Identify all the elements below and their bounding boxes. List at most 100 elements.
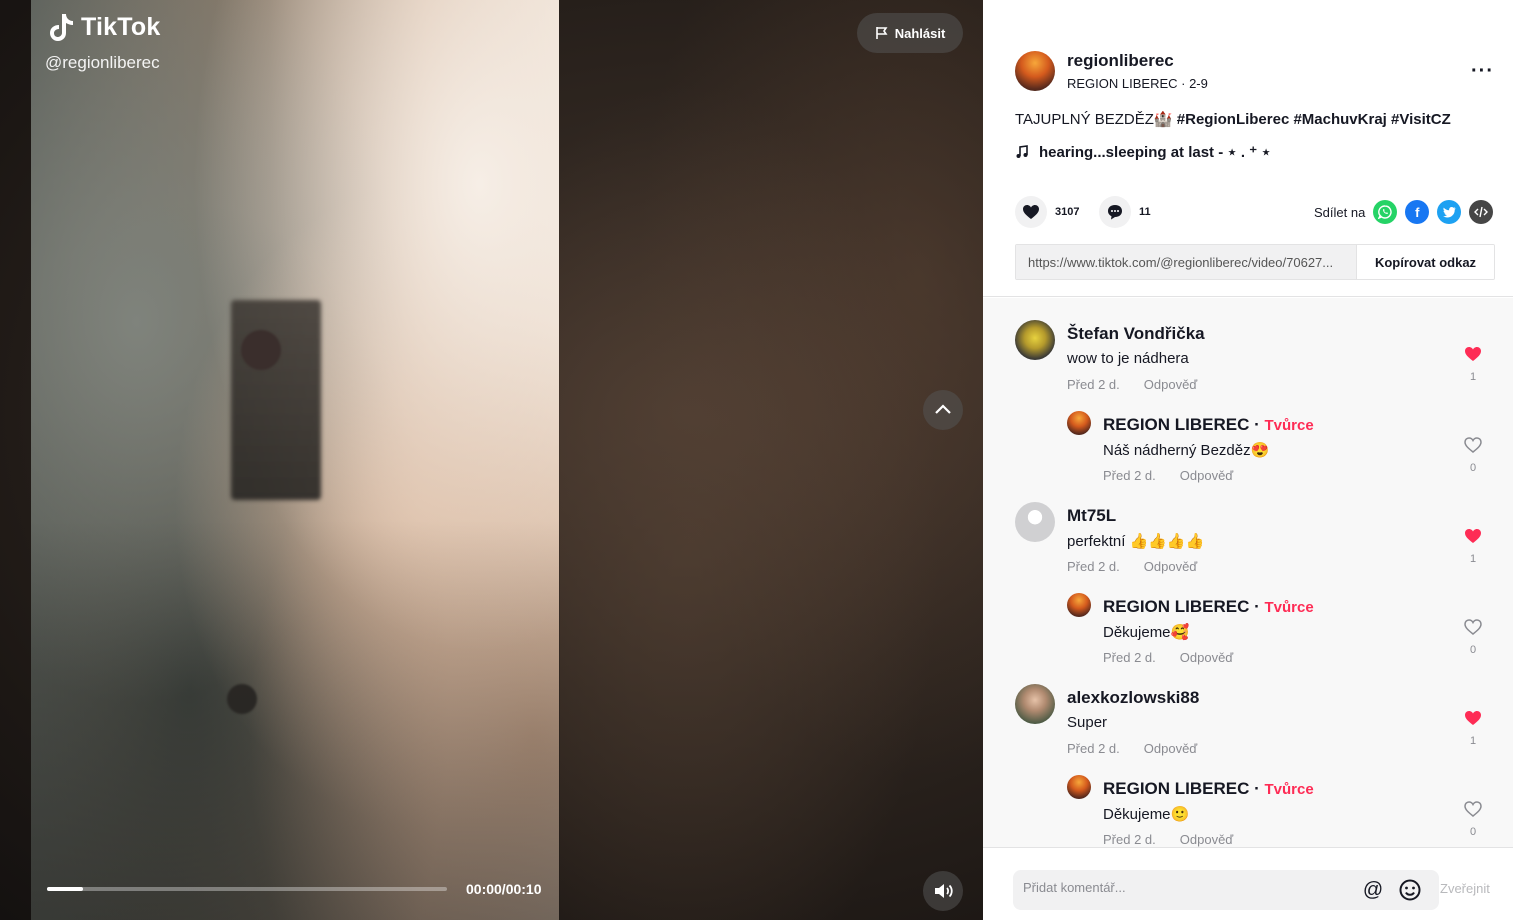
video-time: 00:00/00:10 (466, 881, 542, 897)
comment-like-button[interactable]: 1 (1461, 346, 1485, 383)
commenter-avatar[interactable] (1015, 684, 1055, 724)
music-link[interactable]: hearing...sleeping at last - ⋆ . ⁺ ⋆ (1015, 143, 1271, 161)
reply-meta: Před 2 d. Odpověď (1103, 832, 1233, 847)
flag-icon (875, 27, 888, 39)
comment-time: Před 2 d. (1067, 741, 1120, 756)
reply-button[interactable]: Odpověď (1180, 468, 1234, 483)
commenter-name[interactable]: Mt75L (1067, 506, 1116, 526)
comment-button[interactable]: 11 (1099, 196, 1151, 228)
comment-time: Před 2 d. (1067, 377, 1120, 392)
share-label: Sdílet na (1314, 204, 1366, 220)
comment-input[interactable] (1023, 880, 1343, 895)
reply-text: Náš nádherný Bezděz😍 (1103, 442, 1270, 459)
reply-meta: Před 2 d. Odpověď (1103, 650, 1233, 665)
reply-button[interactable]: Odpověď (1180, 832, 1234, 847)
more-options-icon[interactable]: ··· (1471, 60, 1494, 83)
copy-link-button[interactable]: Kopírovat odkaz (1356, 245, 1494, 279)
comment-like-count: 1 (1469, 553, 1477, 565)
commenter-name[interactable]: Štefan Vondřička (1067, 324, 1205, 344)
video-progress-bar[interactable] (47, 887, 447, 891)
reply-time: Před 2 d. (1103, 650, 1156, 665)
creator-badge: Tvůrce (1264, 781, 1314, 798)
reply-button[interactable]: Odpověď (1180, 650, 1234, 665)
castle-tower-image (231, 300, 321, 500)
video-progress-fill (47, 887, 83, 891)
twitter-icon[interactable] (1437, 200, 1462, 224)
comment-like-button[interactable]: 0 (1461, 801, 1485, 838)
creator-avatar[interactable] (1067, 775, 1091, 799)
heart-filled-icon (1465, 347, 1481, 361)
video-shadow (31, 520, 559, 920)
music-note-icon (1016, 145, 1028, 158)
whatsapp-icon[interactable] (1373, 200, 1398, 224)
reply-author[interactable]: REGION LIBEREC · Tvůrce (1103, 779, 1314, 799)
video-area[interactable]: TikTok @regionliberec Nahlásit 00:00/00:… (0, 0, 983, 920)
share-row: Sdílet na f (1314, 200, 1494, 224)
heart-filled-icon (1465, 711, 1481, 725)
tiktok-logo[interactable]: TikTok (47, 12, 160, 42)
like-button[interactable]: 3107 (1015, 196, 1079, 228)
like-count: 3107 (1055, 206, 1080, 218)
reply-text: Děkujeme🙂 (1103, 806, 1190, 823)
music-title: hearing...sleeping at last - ⋆ . ⁺ ⋆ (1039, 144, 1271, 161)
author-subtitle: REGION LIBEREC · 2-9 (1067, 76, 1208, 91)
reply-button[interactable]: Odpověď (1144, 559, 1198, 574)
mention-icon[interactable]: @ (1360, 877, 1386, 903)
reply-meta: Před 2 d. Odpověď (1103, 468, 1233, 483)
creator-avatar[interactable] (1067, 593, 1091, 617)
commenter-avatar[interactable] (1015, 320, 1055, 360)
previous-video-button[interactable] (923, 390, 963, 430)
comment-like-count: 1 (1469, 371, 1477, 383)
heart-outline-icon (1464, 437, 1482, 453)
facebook-icon[interactable]: f (1405, 200, 1430, 224)
heart-icon (1015, 196, 1047, 228)
reply-button[interactable]: Odpověď (1144, 377, 1198, 392)
video-player[interactable] (31, 0, 559, 920)
comment-icon (1099, 196, 1131, 228)
commenter-name[interactable]: alexkozlowski88 (1067, 688, 1199, 708)
caption-text: TAJUPLNÝ BEZDĚZ🏰 (1015, 111, 1173, 128)
comment-like-count: 1 (1469, 735, 1477, 747)
comment-like-button[interactable]: 0 (1461, 437, 1485, 474)
reply-author-name: REGION LIBEREC (1103, 779, 1250, 798)
comment-input-wrapper: @ (1013, 870, 1439, 910)
reply-author[interactable]: REGION LIBEREC · Tvůrce (1103, 415, 1314, 435)
comment-like-button[interactable]: 1 (1461, 710, 1485, 747)
tiktok-wordmark: TikTok (81, 12, 161, 41)
heart-outline-icon (1464, 619, 1482, 635)
reply-time: Před 2 d. (1103, 468, 1156, 483)
comment-like-count: 0 (1469, 462, 1477, 474)
comment-like-count: 0 (1469, 644, 1477, 656)
volume-button[interactable] (923, 871, 963, 911)
comment-like-button[interactable]: 1 (1461, 528, 1485, 565)
report-label: Nahlásit (894, 25, 946, 41)
embed-icon[interactable] (1469, 200, 1494, 224)
heart-filled-icon (1465, 529, 1481, 543)
post-header: regionliberec REGION LIBEREC · 2-9 ··· T… (983, 0, 1513, 297)
share-link-url[interactable]: https://www.tiktok.com/@regionliberec/vi… (1016, 245, 1356, 279)
reply-text: Děkujeme🥰 (1103, 624, 1190, 641)
share-link-box: https://www.tiktok.com/@regionliberec/vi… (1015, 244, 1495, 280)
post-comment-button[interactable]: Zveřejnit (1440, 881, 1490, 896)
reply-author[interactable]: REGION LIBEREC · Tvůrce (1103, 597, 1314, 617)
comment-item: alexkozlowski88 Super Před 2 d. Odpověď 1 REG… (983, 684, 1513, 847)
author-username[interactable]: regionliberec (1067, 51, 1174, 71)
comment-time: Před 2 d. (1067, 559, 1120, 574)
reply-button[interactable]: Odpověď (1144, 741, 1198, 756)
comment-footer: @ Zveřejnit (983, 847, 1513, 920)
reply-time: Před 2 d. (1103, 832, 1156, 847)
creator-badge: Tvůrce (1264, 599, 1314, 616)
reply-author-name: REGION LIBEREC (1103, 415, 1250, 434)
comment-count: 11 (1139, 206, 1151, 218)
post-caption: TAJUPLNÝ BEZDĚZ🏰 #RegionLiberec #MachuvK… (1015, 110, 1451, 128)
heart-outline-icon (1464, 801, 1482, 817)
comment-text: Super (1067, 714, 1108, 731)
emoji-icon[interactable] (1397, 877, 1423, 903)
commenter-avatar[interactable] (1015, 502, 1055, 542)
creator-avatar[interactable] (1067, 411, 1091, 435)
comments-list[interactable]: Štefan Vondřička wow to je nádhera Před 2 … (983, 298, 1513, 847)
caption-hashtags[interactable]: #RegionLiberec #MachuvKraj #VisitCZ (1177, 111, 1451, 128)
author-avatar[interactable] (1015, 51, 1055, 91)
comment-like-button[interactable]: 0 (1461, 619, 1485, 656)
report-button[interactable]: Nahlásit (857, 13, 963, 53)
